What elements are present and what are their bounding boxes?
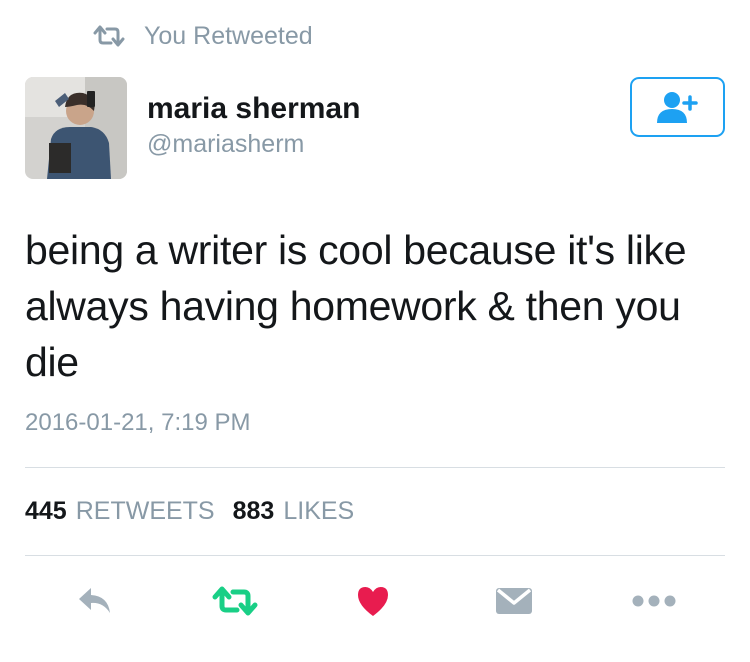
user-handle[interactable]: @mariasherm xyxy=(147,130,304,159)
more-icon xyxy=(632,595,676,607)
follow-button[interactable] xyxy=(630,77,725,137)
retweet-banner: You Retweeted xyxy=(92,20,313,52)
avatar[interactable] xyxy=(25,77,127,179)
retweet-icon xyxy=(93,25,125,47)
tweet-stats: 445 RETWEETS 883 LIKES xyxy=(25,497,372,526)
add-user-icon xyxy=(656,92,698,123)
retweet-banner-text: You Retweeted xyxy=(144,21,313,50)
envelope-icon xyxy=(496,588,532,614)
tweet-text: being a writer is cool because it's like… xyxy=(25,227,687,385)
reply-icon xyxy=(79,588,110,613)
like-button[interactable] xyxy=(350,576,396,626)
user-name[interactable]: maria sherman xyxy=(147,92,360,126)
likes-count[interactable]: 883 xyxy=(233,497,275,526)
retweet-icon xyxy=(212,586,258,616)
more-button[interactable] xyxy=(628,576,680,626)
reply-button[interactable] xyxy=(70,576,120,626)
retweet-button[interactable] xyxy=(208,576,262,626)
heart-icon xyxy=(358,587,388,616)
retweets-count[interactable]: 445 xyxy=(25,497,67,526)
divider xyxy=(25,555,725,556)
tweet-timestamp[interactable]: 2016-01-21, 7:19 PM xyxy=(25,409,250,437)
direct-message-button[interactable] xyxy=(490,576,538,626)
likes-label[interactable]: LIKES xyxy=(283,497,354,526)
tweet-actions xyxy=(0,576,750,626)
retweets-label[interactable]: RETWEETS xyxy=(76,497,215,526)
divider xyxy=(25,467,725,468)
avatar-photo xyxy=(25,77,127,179)
